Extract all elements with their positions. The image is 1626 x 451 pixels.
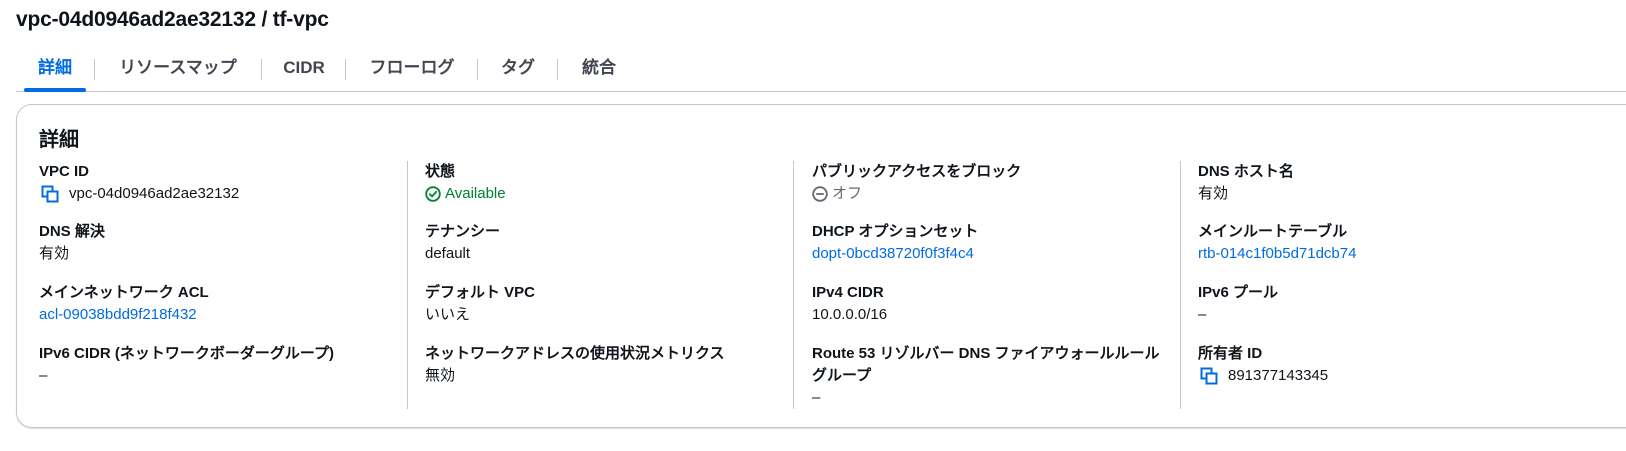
field-value: いいえ [425,306,471,323]
field-value: 有効 [39,245,70,262]
details-panel-title: 詳細 [39,129,79,151]
details-panel: 詳細 VPC ID vpc-04d0946ad2ae32132 DNS 解決 有… [16,104,1626,428]
field-value: 10.0.0.0/16 [812,306,888,323]
main-network-acl-link[interactable]: acl-09038bdd9f218f432 [39,304,209,326]
field-owner-id: 所有者 ID 891377143345 [1198,343,1328,387]
field-main-route-table: メインルートテーブル rtb-014c1f0b5d71dcb74 [1198,221,1356,265]
field-value: Available [425,183,506,205]
dhcp-option-set-link[interactable]: dopt-0bcd38720f0f3f4c4 [812,243,978,265]
column-divider [1180,161,1181,409]
copy-icon[interactable] [1198,365,1220,387]
field-dhcp-option-set: DHCP オプションセット dopt-0bcd38720f0f3f4c4 [812,221,978,265]
field-block-public-access: パブリックアクセスをブロック オフ [812,161,1021,205]
page-title: vpc-04d0946ad2ae32132 / tf-vpc [16,8,329,31]
tab-divider [477,59,478,80]
tab-tags[interactable]: タグ [500,50,536,88]
tab-divider [261,59,262,80]
tab-resource-map[interactable]: リソースマップ [114,50,242,88]
copy-icon[interactable] [39,183,61,205]
field-label: メインルートテーブル [1198,223,1348,240]
tab-integrations[interactable]: 統合 [581,50,617,88]
field-label: VPC ID [39,163,90,180]
field-tenancy: テナンシー default [425,221,500,265]
field-value: – [1198,306,1207,323]
field-label: IPv6 プール [1198,284,1279,301]
tab-cidr[interactable]: CIDR [282,50,326,88]
state-value: Available [445,185,506,202]
field-label: 所有者 ID [1198,345,1263,362]
field-label: IPv6 CIDR (ネットワークボーダーグループ) [39,345,334,362]
vpc-id-value: vpc-04d0946ad2ae32132 [69,185,240,202]
tab-flow-logs[interactable]: フローログ [368,50,456,88]
tab-divider [94,59,95,80]
main-route-table-link[interactable]: rtb-014c1f0b5d71dcb74 [1198,243,1356,265]
field-dns-resolution: DNS 解決 有効 [39,221,105,265]
tab-bar: 詳細 リソースマップ CIDR フローログ タグ 統合 [16,50,1626,92]
field-value: vpc-04d0946ad2ae32132 [39,183,239,205]
field-label: DNS 解決 [39,223,105,240]
field-value: – [39,367,48,384]
field-ipv4-cidr: IPv4 CIDR 10.0.0.0/16 [812,282,887,326]
field-vpc-id: VPC ID vpc-04d0946ad2ae32132 [39,161,239,205]
field-value: 無効 [425,367,456,384]
field-value: – [812,389,821,406]
field-label: パブリックアクセスをブロック [812,163,1022,180]
field-value: オフ [812,183,1021,205]
check-circle-icon [425,186,441,202]
field-label-line-1: Route 53 リゾルバー DNS ファイアウォールルール [812,345,1160,362]
field-label-line-2: グループ [812,367,872,384]
field-label: DNS ホスト名 [1198,163,1294,180]
tab-divider [557,59,558,80]
column-divider [407,161,408,409]
field-value: 891377143345 [1198,365,1328,387]
field-label: メインネットワーク ACL [39,284,209,301]
block-public-access-value: オフ [832,185,863,202]
field-main-network-acl: メインネットワーク ACL acl-09038bdd9f218f432 [39,282,209,326]
field-value: default [425,245,471,262]
field-network-address-usage-metrics: ネットワークアドレスの使用状況メトリクス 無効 [425,343,725,387]
field-ipv6-pool: IPv6 プール – [1198,282,1278,326]
field-label: テナンシー [425,223,501,240]
column-divider [793,161,794,409]
tab-details[interactable]: 詳細 [24,50,86,92]
minus-circle-icon [812,186,828,202]
field-label: ネットワークアドレスの使用状況メトリクス [425,345,725,362]
field-label: IPv4 CIDR [812,284,884,301]
owner-id-value: 891377143345 [1228,367,1329,384]
field-value: 有効 [1198,185,1229,202]
tab-divider [345,59,346,80]
field-state: 状態 Available [425,161,506,205]
field-dns-hostnames: DNS ホスト名 有効 [1198,161,1294,205]
field-label: DHCP オプションセット [812,223,979,240]
field-default-vpc: デフォルト VPC いいえ [425,282,535,326]
field-ipv6-cidr-border-group: IPv6 CIDR (ネットワークボーダーグループ) – [39,343,334,387]
field-label: デフォルト VPC [425,284,536,301]
field-route53-resolver-firewall: Route 53 リゾルバー DNS ファイアウォールルール グループ – [812,343,1160,409]
field-label: 状態 [425,163,456,180]
